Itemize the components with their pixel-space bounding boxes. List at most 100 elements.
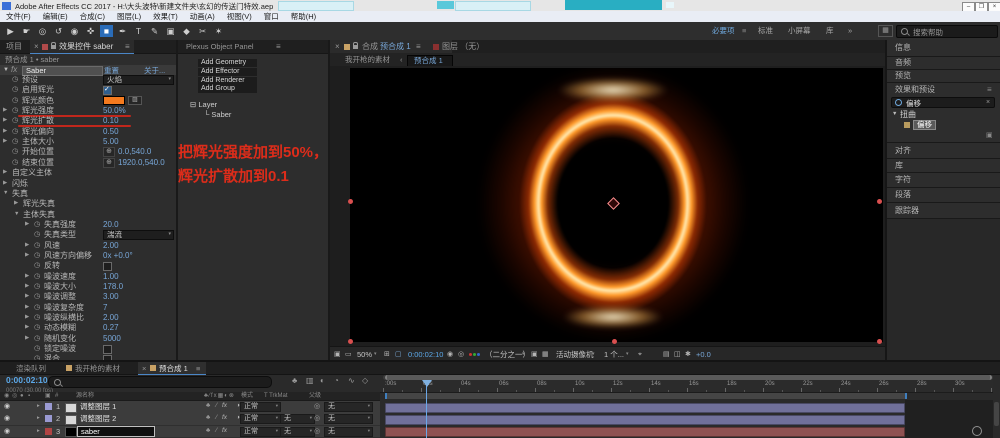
parent-pickwhip-icon[interactable]: ◎: [314, 428, 320, 435]
param-value[interactable]: 7: [103, 304, 107, 312]
motion-blur-icon[interactable]: ◐: [320, 377, 325, 385]
tab-close-icon[interactable]: ×: [142, 365, 146, 373]
stopwatch-icon[interactable]: ◷: [34, 283, 40, 290]
zoom-tool[interactable]: ◎: [36, 25, 49, 37]
stopwatch-icon[interactable]: ◷: [12, 107, 18, 114]
sidebar-panel-b1[interactable]: 库: [887, 159, 1000, 172]
current-time-display[interactable]: 0:00:02:10: [6, 376, 48, 385]
layer-expand-icon[interactable]: ▸: [37, 429, 40, 435]
workspace-4[interactable]: »: [848, 27, 852, 35]
param-value[interactable]: 20.0: [103, 221, 119, 229]
expander-icon[interactable]: ▶: [25, 284, 29, 290]
auto-keyframe-icon[interactable]: ◔: [334, 377, 339, 385]
param-checkbox[interactable]: [103, 262, 112, 271]
sidebar-panel-b0[interactable]: 对齐: [887, 143, 1000, 158]
eyedropper-icon[interactable]: ▨: [128, 96, 142, 105]
fast-previews-icon[interactable]: ▤: [663, 351, 670, 358]
expander-icon[interactable]: ▶: [25, 325, 29, 331]
plexus-panel-title[interactable]: Plexus Object Panel: [186, 43, 254, 51]
param-label[interactable]: 自定义主体: [12, 169, 52, 177]
expander-icon[interactable]: ▶: [25, 315, 29, 321]
zoom-level-dropdown[interactable]: 50%: [357, 351, 372, 359]
playhead-line[interactable]: [426, 380, 427, 438]
help-search-box[interactable]: 搜索帮助: [896, 25, 998, 38]
shy-icon[interactable]: ♣: [292, 377, 297, 385]
panel-menu-icon[interactable]: ≡: [276, 43, 281, 51]
expander-icon[interactable]: ▶: [3, 129, 7, 135]
param-label[interactable]: 辉光失真: [23, 200, 55, 208]
brush-tool[interactable]: ✎: [148, 25, 161, 37]
layer-mode-dropdown[interactable]: 正常▾: [240, 414, 281, 424]
sidebar-panel-2[interactable]: 预览: [887, 70, 1000, 82]
expander-icon[interactable]: ▼: [14, 212, 19, 218]
menu-item-8[interactable]: 帮助(H): [291, 11, 316, 22]
param-value[interactable]: 0.50: [103, 128, 119, 136]
layer-handle-right[interactable]: [877, 199, 882, 204]
frame-blend-icon[interactable]: ▥: [306, 377, 314, 385]
workspace-3[interactable]: 库: [826, 27, 834, 35]
effects-group-label[interactable]: 扭曲: [900, 111, 916, 119]
expander-icon[interactable]: ▶: [25, 305, 29, 311]
panel-menu-icon[interactable]: ≡: [416, 43, 421, 51]
layer-visibility-icon[interactable]: ◉: [4, 415, 10, 422]
time-ruler[interactable]: :00s02s04s06s08s10s12s14s16s18s20s22s24s…: [380, 380, 993, 393]
layer-duration-bar[interactable]: [385, 403, 905, 413]
rows-scrollbar[interactable]: [994, 402, 999, 426]
timeline-layer-row[interactable]: ◉▸1调整图层 1♣⁄fx◑正常▾◎无▾: [0, 401, 1000, 413]
parent-pickwhip-icon[interactable]: ◎: [314, 415, 320, 422]
param-value[interactable]: 0.27: [103, 324, 119, 332]
stopwatch-icon[interactable]: ◷: [12, 159, 18, 166]
plexus-tree-saber[interactable]: └ Saber: [204, 111, 231, 119]
exposure-value[interactable]: +0.0: [696, 351, 711, 359]
pan-behind-tool[interactable]: ✜: [84, 25, 97, 37]
layer-collapse-icon[interactable]: ⁄: [216, 403, 217, 410]
stopwatch-icon[interactable]: ◷: [34, 231, 40, 238]
timeline-layer-row[interactable]: ◉▸2调整图层 2♣⁄fx◑正常▾无▾◎无▾: [0, 413, 1000, 425]
menu-item-4[interactable]: 效果(T): [153, 11, 178, 22]
stopwatch-icon[interactable]: ◷: [12, 138, 18, 145]
menu-item-1[interactable]: 编辑(E): [43, 11, 68, 22]
expander-icon[interactable]: ▶: [25, 253, 29, 259]
playhead-head-icon[interactable]: [422, 380, 432, 387]
sidebar-panel-b3[interactable]: 段落: [887, 188, 1000, 202]
text-tool[interactable]: T: [132, 25, 145, 37]
chevron-down-icon[interactable]: ▾: [592, 352, 595, 357]
position-crosshair-icon[interactable]: ⊕: [103, 147, 115, 157]
param-value[interactable]: 0x +0.0°: [103, 252, 133, 260]
param-checkbox[interactable]: [103, 345, 112, 354]
expander-icon[interactable]: ▼: [892, 112, 897, 118]
layer-visibility-icon[interactable]: ◉: [4, 403, 10, 410]
panel-menu-icon[interactable]: ≡: [987, 86, 992, 94]
expander-icon[interactable]: ▶: [25, 336, 29, 342]
selection-tool[interactable]: ▶: [4, 25, 17, 37]
viewer-canvas[interactable]: [330, 66, 885, 346]
new-folder-icon[interactable]: ▣: [986, 132, 993, 139]
show-channel-icon[interactable]: [469, 352, 481, 358]
pen-tool[interactable]: ✒: [116, 25, 129, 37]
param-label[interactable]: 失真: [12, 190, 28, 198]
rotation-tool[interactable]: ↺: [52, 25, 65, 37]
stopwatch-icon[interactable]: ◷: [12, 76, 18, 83]
stopwatch-icon[interactable]: ◷: [12, 117, 18, 124]
expander-icon[interactable]: ▶: [25, 222, 29, 228]
layer-shy-icon[interactable]: ♣: [206, 415, 210, 422]
layer-handle-bottom-center[interactable]: [612, 339, 617, 344]
expander-icon[interactable]: ▶: [3, 170, 7, 176]
param-value[interactable]: 2.00: [103, 242, 119, 250]
layer-label-color[interactable]: [45, 428, 52, 435]
camera-tool[interactable]: ◉: [68, 25, 81, 37]
grid-guides-icon[interactable]: ⊞: [384, 351, 390, 358]
param-dropdown[interactable]: 湍流▾: [103, 230, 174, 240]
screen-icon[interactable]: ▭: [345, 351, 352, 358]
roi-icon[interactable]: ▣: [531, 351, 538, 358]
effects-search-box[interactable]: 偏移×: [891, 97, 995, 108]
layer-effects-icon[interactable]: fx: [222, 415, 227, 422]
draft-3d-icon[interactable]: ◇: [362, 377, 368, 385]
menu-item-0[interactable]: 文件(F): [6, 11, 31, 22]
restore-button[interactable]: ❐: [975, 2, 988, 12]
layer-parent-dropdown[interactable]: 无▾: [324, 402, 373, 412]
clear-search-icon[interactable]: ×: [986, 99, 990, 106]
eraser-tool[interactable]: ◆: [180, 25, 193, 37]
layer-trkmat-dropdown[interactable]: 无▾: [280, 427, 315, 437]
param-checkbox[interactable]: ✓: [103, 86, 112, 95]
